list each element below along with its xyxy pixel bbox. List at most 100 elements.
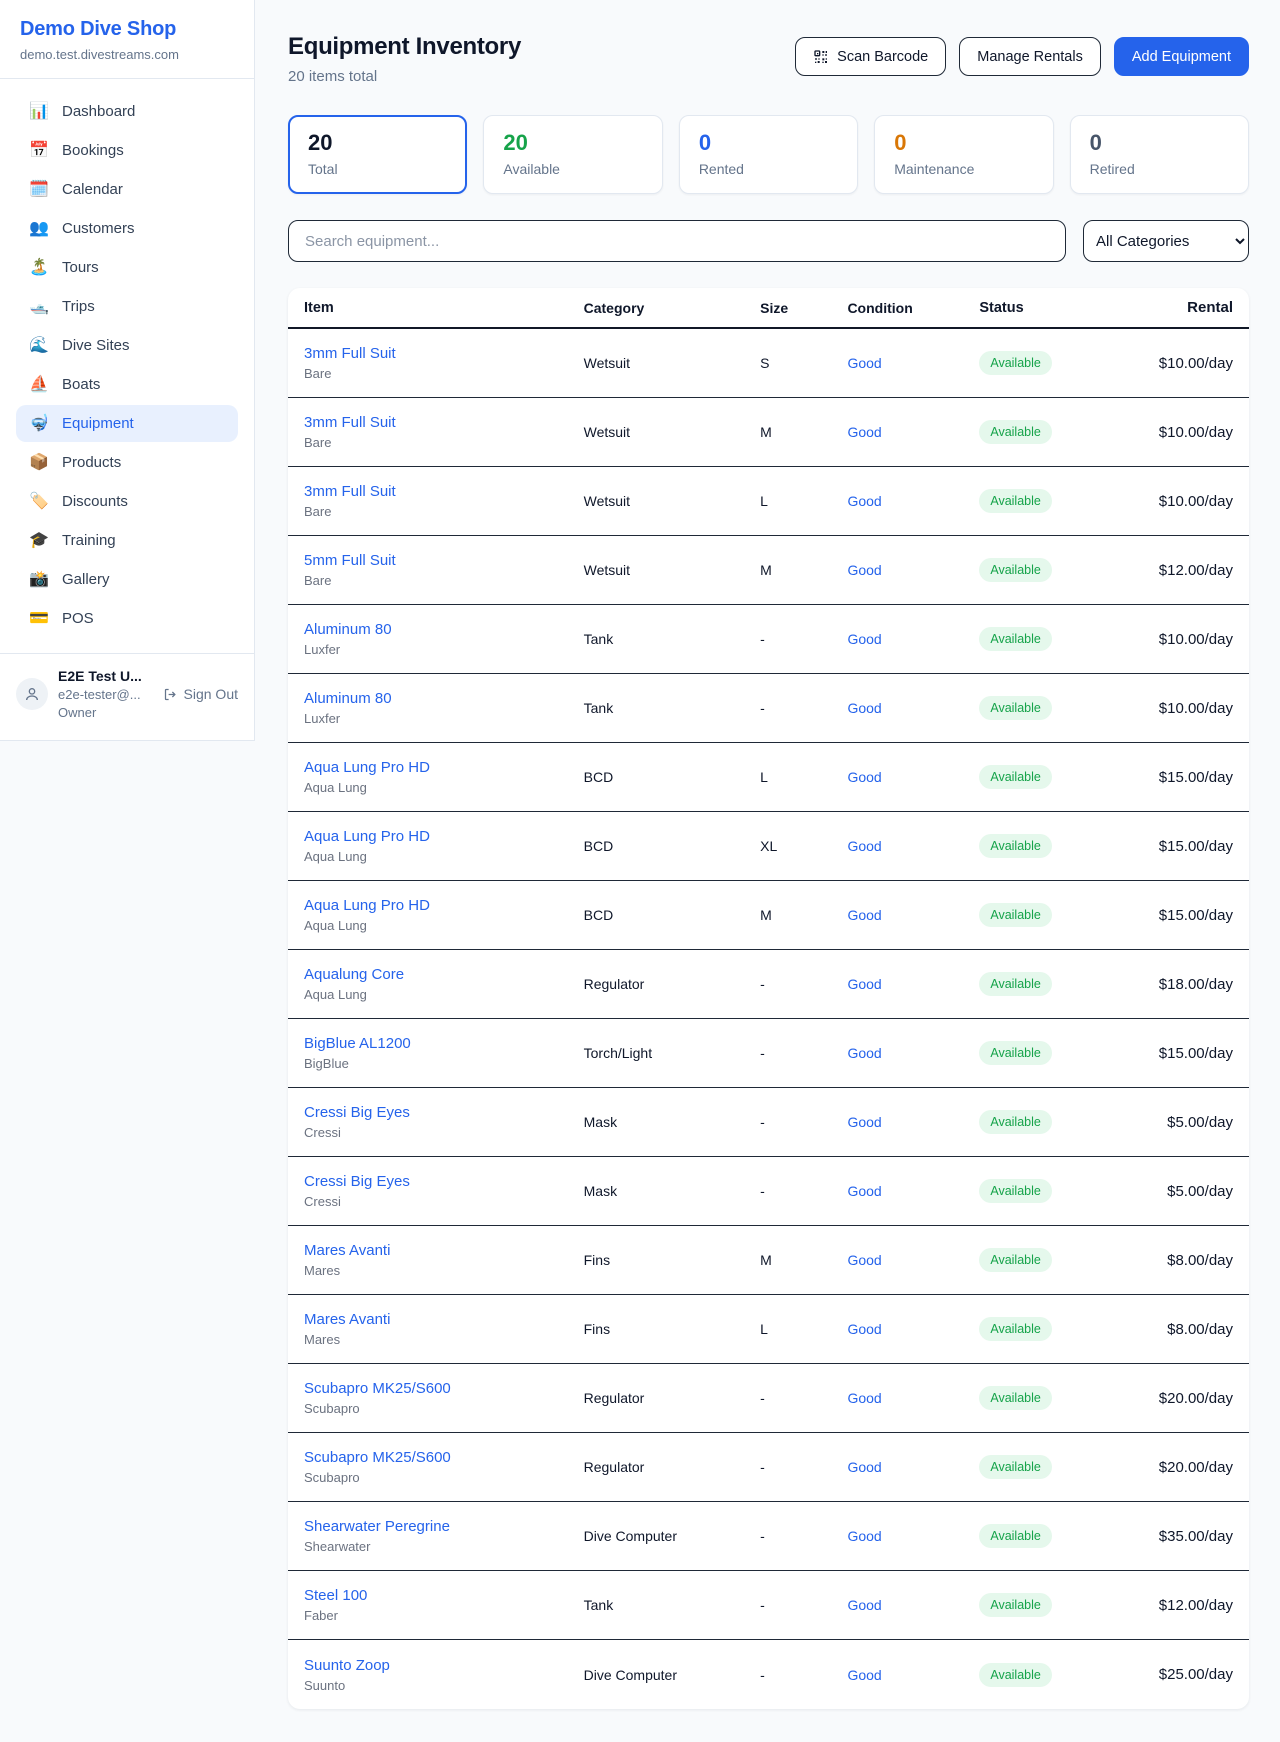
item-name-link[interactable]: Cressi Big Eyes [304,1104,584,1121]
condition-link[interactable]: Good [847,562,881,578]
sidebar-item-label: POS [62,610,94,627]
stat-label-available: Available [503,161,642,177]
sidebar-item-boats[interactable]: ⛵Boats [16,366,238,403]
sidebar-item-dashboard[interactable]: 📊Dashboard [16,93,238,130]
condition-link[interactable]: Good [847,631,881,647]
manage-rentals-button[interactable]: Manage Rentals [959,37,1101,76]
item-cell: 3mm Full SuitBare [304,414,584,450]
sidebar-item-products[interactable]: 📦Products [16,444,238,481]
sidebar-item-equipment[interactable]: 🤿Equipment [16,405,238,442]
stat-value-maintenance: 0 [894,130,1033,156]
condition-link[interactable]: Good [847,907,881,923]
sidebar-item-label: Equipment [62,415,134,432]
stat-card-maintenance[interactable]: 0Maintenance [874,115,1053,194]
condition-link[interactable]: Good [847,1459,881,1475]
condition-link[interactable]: Good [847,700,881,716]
table-row: Mares AvantiMaresFinsMGoodAvailable$8.00… [288,1226,1249,1295]
stat-label-retired: Retired [1090,161,1229,177]
sidebar-item-tours[interactable]: 🏝️Tours [16,249,238,286]
table-header-row: Item Category Size Condition Status Rent… [288,288,1249,329]
item-name-link[interactable]: Steel 100 [304,1587,584,1604]
size-cell: L [760,493,847,509]
search-input[interactable] [288,220,1066,262]
condition-cell: Good [847,631,979,647]
condition-link[interactable]: Good [847,1045,881,1061]
item-name-link[interactable]: Scubapro MK25/S600 [304,1449,584,1466]
condition-link[interactable]: Good [847,1667,881,1683]
condition-link[interactable]: Good [847,1528,881,1544]
rental-price: $5.00/day [1129,1183,1233,1200]
condition-link[interactable]: Good [847,1321,881,1337]
condition-link[interactable]: Good [847,1183,881,1199]
item-name-link[interactable]: Aluminum 80 [304,690,584,707]
credit-card-icon: 💳 [29,611,49,627]
scan-barcode-button[interactable]: Scan Barcode [795,37,946,76]
sidebar-item-discounts[interactable]: 🏷️Discounts [16,483,238,520]
condition-link[interactable]: Good [847,1252,881,1268]
item-name-link[interactable]: 3mm Full Suit [304,345,584,362]
stat-card-rented[interactable]: 0Rented [679,115,858,194]
table-row: 3mm Full SuitBareWetsuitMGoodAvailable$1… [288,398,1249,467]
item-name-link[interactable]: BigBlue AL1200 [304,1035,584,1052]
item-brand: Bare [304,504,584,519]
size-cell: - [760,1528,847,1544]
status-cell: Available [979,1455,1129,1479]
add-equipment-button[interactable]: Add Equipment [1114,37,1249,76]
condition-link[interactable]: Good [847,1390,881,1406]
item-name-link[interactable]: Aqua Lung Pro HD [304,828,584,845]
sidebar-item-gallery[interactable]: 📸Gallery [16,561,238,598]
size-cell: - [760,1045,847,1061]
sidebar-item-pos[interactable]: 💳 POS [16,600,238,637]
barcode-scan-icon [813,49,829,65]
item-name-link[interactable]: Aqualung Core [304,966,584,983]
condition-link[interactable]: Good [847,424,881,440]
brand-title[interactable]: Demo Dive Shop [20,18,234,41]
sidebar-item-customers[interactable]: 👥Customers [16,210,238,247]
stat-card-available[interactable]: 20Available [483,115,662,194]
table-row: Aqua Lung Pro HDAqua LungBCDMGoodAvailab… [288,881,1249,950]
item-cell: 3mm Full Suit Bare [304,483,584,519]
condition-link[interactable]: Good [847,493,881,509]
sidebar-item-calendar[interactable]: 🗓️Calendar [16,171,238,208]
item-name-link[interactable]: Shearwater Peregrine [304,1518,584,1535]
condition-cell: Good [847,838,979,854]
sidebar-item-training[interactable]: 🎓Training [16,522,238,559]
item-name-link[interactable]: 5mm Full Suit [304,552,584,569]
item-cell: Cressi Big EyesCressi [304,1173,584,1209]
user-section: E2E Test U... e2e-tester@... Owner Sign … [0,654,254,726]
item-name-link[interactable]: Scubapro MK25/S600 [304,1380,584,1397]
sidebar-item-label: Calendar [62,181,123,198]
item-name-link[interactable]: Aluminum 80 [304,621,584,638]
stat-card-retired[interactable]: 0Retired [1070,115,1249,194]
avatar [16,678,48,710]
item-name-link[interactable]: 3mm Full Suit [304,483,584,500]
condition-link[interactable]: Good [847,1597,881,1613]
condition-cell: Good [847,1321,979,1337]
item-name-link[interactable]: Mares Avanti [304,1311,584,1328]
category-cell: Dive Computer [584,1528,761,1544]
item-brand: Shearwater [304,1539,584,1554]
category-cell: Wetsuit [584,355,761,371]
rental-price: $12.00/day [1129,562,1233,579]
condition-link[interactable]: Good [847,838,881,854]
item-name-link[interactable]: Aqua Lung Pro HD [304,759,584,776]
category-select[interactable]: All Categories [1083,220,1249,262]
item-name-link[interactable]: Suunto Zoop [304,1657,584,1674]
main-content: Equipment Inventory 20 items total Scan … [255,0,1280,1709]
scan-barcode-label: Scan Barcode [837,49,928,65]
condition-link[interactable]: Good [847,769,881,785]
item-name-link[interactable]: Mares Avanti [304,1242,584,1259]
condition-cell: Good [847,1183,979,1199]
condition-link[interactable]: Good [847,976,881,992]
condition-link[interactable]: Good [847,355,881,371]
item-name-link[interactable]: 3mm Full Suit [304,414,584,431]
sidebar-item-dive-sites[interactable]: 🌊Dive Sites [16,327,238,364]
category-cell: Regulator [584,1390,761,1406]
sign-out-button[interactable]: Sign Out [163,686,238,702]
sidebar-item-bookings[interactable]: 📅Bookings [16,132,238,169]
condition-link[interactable]: Good [847,1114,881,1130]
item-name-link[interactable]: Aqua Lung Pro HD [304,897,584,914]
item-name-link[interactable]: Cressi Big Eyes [304,1173,584,1190]
sidebar-item-trips[interactable]: 🛥️Trips [16,288,238,325]
stat-card-total[interactable]: 20Total [288,115,467,194]
